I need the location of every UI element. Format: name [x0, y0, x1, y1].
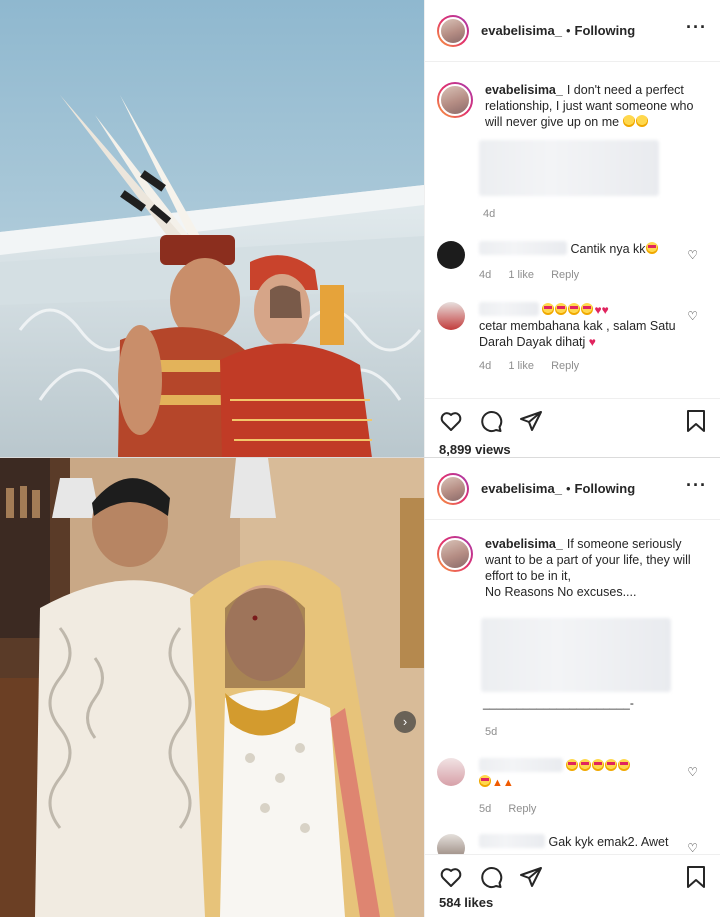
- caption-avatar[interactable]: [437, 536, 473, 572]
- redacted-username: [479, 241, 567, 255]
- caption: evabelisima_ I don't need a perfect relat…: [437, 82, 707, 130]
- heart-icon[interactable]: [439, 865, 463, 889]
- action-bar: 584 likes: [425, 854, 720, 917]
- redacted-username: [479, 302, 539, 316]
- caption-time: 4d: [483, 208, 496, 220]
- comment-time: 5d: [479, 803, 492, 815]
- heart-eyes-emoji-icon: [568, 303, 581, 315]
- comment-text: Gak kyk emak2. Awet: [548, 835, 669, 849]
- username-link[interactable]: evabelisima_: [481, 23, 562, 38]
- comment-item: Cantik nya kk 4d 1 like Reply: [437, 241, 679, 283]
- comment-like-icon[interactable]: ♡: [687, 248, 698, 262]
- emoji-icon: [622, 115, 635, 127]
- heart-eyes-emoji-icon: [542, 303, 555, 315]
- more-icon[interactable]: ···: [686, 476, 707, 494]
- reply-button[interactable]: Reply: [508, 803, 536, 815]
- action-bar: 8,899 views: [425, 398, 720, 458]
- like-count[interactable]: 584 likes: [439, 895, 493, 910]
- emoji-icon: [635, 115, 648, 127]
- caption-username[interactable]: evabelisima_: [485, 537, 563, 551]
- post-header: evabelisima_ • Following ···: [425, 0, 720, 62]
- heart-eyes-emoji-icon: [605, 759, 618, 771]
- comment-like-icon[interactable]: ♡: [687, 309, 698, 323]
- comment-text: cetar membahana kak , salam Satu Darah D…: [479, 319, 676, 349]
- user-avatar[interactable]: [437, 472, 469, 505]
- comment-time: 4d: [479, 360, 492, 372]
- comment-likes[interactable]: 1 like: [508, 269, 534, 281]
- bookmark-icon[interactable]: [685, 409, 707, 433]
- post-side-panel: evabelisima_ • Following ··· evabelisima…: [424, 458, 720, 917]
- heart-eyes-emoji-icon: [579, 759, 592, 771]
- post-photo[interactable]: [0, 0, 424, 457]
- redacted-block: [481, 618, 671, 692]
- reply-button[interactable]: Reply: [551, 360, 579, 372]
- caption-divider-text: ______________________-: [483, 696, 634, 710]
- fire-emoji-icon: ▲: [492, 777, 503, 789]
- heart-eyes-emoji-icon: [479, 775, 491, 787]
- wedding-photo-dayak: [0, 0, 424, 457]
- separator-dot: •: [565, 481, 571, 496]
- comment-text: Cantik nya kk: [570, 242, 646, 256]
- caption: evabelisima_ If someone seriously want to…: [437, 536, 707, 600]
- heart-eyes-emoji-icon: [566, 759, 579, 771]
- post-header: evabelisima_ • Following ···: [425, 458, 720, 520]
- fire-emoji-icon: ▲: [502, 777, 514, 789]
- comment-likes[interactable]: 1 like: [508, 360, 534, 372]
- carousel-next-icon[interactable]: ›: [394, 711, 416, 733]
- heart-eyes-emoji-icon: [592, 759, 605, 771]
- caption-text-line2: No Reasons No excuses....: [485, 585, 637, 599]
- post-side-panel: evabelisima_ • Following ··· evabelisima…: [424, 0, 720, 457]
- heart-eyes-emoji-icon: [618, 759, 631, 771]
- caption-username[interactable]: evabelisima_: [485, 83, 563, 97]
- heart-eyes-emoji-icon: [581, 303, 594, 315]
- comment-icon[interactable]: [479, 409, 503, 433]
- caption-time: 5d: [485, 726, 498, 738]
- heart-emoji-icon: ♥: [588, 335, 596, 349]
- heart-emoji-icon: ♥: [594, 303, 602, 317]
- comment-avatar[interactable]: [437, 241, 465, 269]
- comment-like-icon[interactable]: ♡: [687, 841, 698, 855]
- comment-icon[interactable]: [479, 865, 503, 889]
- wedding-photo-indian: [0, 458, 424, 917]
- username-link[interactable]: evabelisima_: [481, 481, 562, 496]
- post-photo[interactable]: ›: [0, 458, 424, 917]
- user-avatar[interactable]: [437, 14, 469, 47]
- comment-like-icon[interactable]: ♡: [687, 765, 698, 779]
- comment-avatar[interactable]: [437, 758, 465, 786]
- redacted-username: [479, 758, 563, 772]
- comment-item: ♥♥ cetar membahana kak , salam Satu Dara…: [437, 302, 689, 374]
- post-card: › evabelisima_ • Following ··· evabelisi…: [0, 458, 720, 917]
- following-button[interactable]: Following: [575, 481, 636, 496]
- heart-eyes-emoji-icon: [555, 303, 568, 315]
- more-icon[interactable]: ···: [686, 18, 707, 36]
- redacted-block: [479, 140, 659, 196]
- separator-dot: •: [565, 23, 571, 38]
- post-card: evabelisima_ • Following ··· evabelisima…: [0, 0, 720, 458]
- reply-button[interactable]: Reply: [551, 269, 579, 281]
- comment-item: ▲▲ 5d Reply: [437, 758, 699, 817]
- share-icon[interactable]: [519, 409, 543, 433]
- heart-emoji-icon: ♥: [601, 303, 609, 317]
- share-icon[interactable]: [519, 865, 543, 889]
- bookmark-icon[interactable]: [685, 865, 707, 889]
- view-count[interactable]: 8,899 views: [439, 442, 511, 457]
- caption-avatar[interactable]: [437, 82, 473, 118]
- comment-time: 4d: [479, 269, 492, 281]
- heart-eyes-emoji-icon: [645, 242, 658, 254]
- following-button[interactable]: Following: [575, 23, 636, 38]
- heart-icon[interactable]: [439, 409, 463, 433]
- redacted-username: [479, 834, 545, 848]
- comment-avatar[interactable]: [437, 302, 465, 330]
